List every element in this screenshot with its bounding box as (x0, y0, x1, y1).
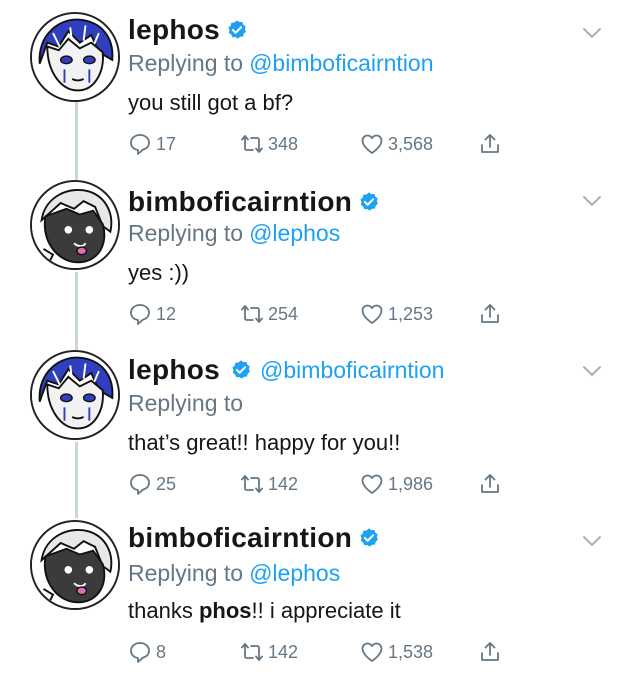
tweet[interactable]: bimboficairntion Replying to @lephos yes … (0, 170, 619, 340)
tweet-text-bold: phos (198, 598, 252, 623)
retweet-button[interactable]: 142 (240, 472, 298, 496)
replying-handle[interactable]: @bimboficairntion (249, 50, 433, 76)
reply-count: 12 (156, 303, 177, 324)
replying-handle[interactable]: @lephos (249, 220, 340, 246)
replying-label: Replying to (128, 560, 244, 586)
share-upload-icon (481, 642, 499, 661)
like-button[interactable]: 1,538 (360, 640, 433, 664)
heart-icon (361, 642, 383, 662)
reply-count: 8 (156, 641, 167, 662)
retweet-arrows-icon (241, 643, 263, 661)
reply-button[interactable]: 12 (128, 302, 176, 326)
share-upload-icon (481, 474, 499, 493)
chevron-down-icon[interactable] (582, 194, 602, 208)
name-row: lephos (128, 14, 248, 46)
retweet-count: 348 (268, 133, 299, 154)
replying-to: Replying to @lephos (128, 560, 340, 587)
retweet-count: 254 (268, 303, 299, 324)
reply-button[interactable]: 25 (128, 472, 176, 496)
share-upload-icon (481, 304, 499, 323)
heart-icon (361, 134, 383, 154)
retweet-count: 142 (268, 641, 299, 662)
retweet-arrows-icon (241, 475, 263, 493)
retweet-button[interactable]: 142 (240, 640, 298, 664)
name-row: bimboficairntion (128, 522, 380, 554)
avatar-lephos[interactable] (30, 12, 120, 102)
tweet-text: yes :)) (128, 260, 190, 285)
heart-icon (361, 304, 383, 324)
like-button[interactable]: 3,568 (360, 132, 433, 156)
replying-handle[interactable]: @lephos (249, 560, 340, 586)
like-count: 1,538 (388, 641, 434, 662)
heart-icon (361, 474, 383, 494)
verified-badge-icon (360, 528, 379, 547)
inline-handle[interactable]: @bimboficairntion (260, 357, 444, 384)
action-bar: 17 348 3,568 (128, 132, 508, 160)
like-button[interactable]: 1,253 (360, 302, 433, 326)
avatar-lephos[interactable] (30, 350, 120, 440)
comment-bubble-icon (130, 474, 150, 495)
tweet-text: that’s great!! happy for you!! (128, 430, 401, 455)
reply-button[interactable]: 8 (128, 640, 166, 664)
display-name[interactable]: bimboficairntion (128, 186, 352, 218)
reply-button[interactable]: 17 (128, 132, 176, 156)
like-count: 1,986 (388, 473, 434, 494)
comment-bubble-icon (130, 304, 150, 325)
name-row: bimboficairntion (128, 186, 380, 218)
action-bar: 8 142 1,538 (128, 640, 508, 668)
replying-to: Replying to (128, 390, 243, 417)
action-bar: 12 254 1,253 (128, 302, 508, 330)
share-button[interactable] (478, 132, 506, 156)
like-button[interactable]: 1,986 (360, 472, 433, 496)
share-button[interactable] (478, 472, 506, 496)
retweet-arrows-icon (241, 135, 263, 153)
display-name[interactable]: lephos (128, 14, 220, 46)
verified-badge-icon (228, 20, 247, 39)
verified-badge-icon (232, 360, 251, 379)
display-name[interactable]: lephos (128, 354, 220, 386)
replying-label: Replying to (128, 50, 244, 76)
share-button[interactable] (478, 302, 506, 326)
comment-bubble-icon (130, 134, 150, 155)
share-upload-icon (481, 134, 499, 153)
name-row: lephos @bimboficairntion (128, 354, 444, 386)
tweet[interactable]: lephos @bimboficairntion Replying to tha… (0, 340, 619, 510)
chevron-down-icon[interactable] (582, 534, 602, 548)
retweet-count: 142 (268, 473, 299, 494)
tweet-text-part: !! i appreciate it (251, 598, 401, 623)
tweet[interactable]: lephos Replying to @bimboficairntion you … (0, 0, 619, 170)
tweet-text: thanks phos!! i appreciate it (128, 598, 401, 624)
like-count: 1,253 (388, 303, 434, 324)
reply-count: 25 (156, 473, 177, 494)
comment-bubble-icon (130, 642, 150, 663)
retweet-arrows-icon (241, 305, 263, 323)
reply-count: 17 (156, 133, 177, 154)
like-count: 3,568 (388, 133, 434, 154)
avatar-bimboficairntion[interactable] (30, 520, 120, 610)
display-name[interactable]: bimboficairntion (128, 522, 352, 554)
action-bar: 25 142 1,986 (128, 472, 508, 500)
replying-label: Replying to (128, 390, 244, 416)
tweet[interactable]: bimboficairntion Replying to @lephos than… (0, 510, 619, 680)
replying-to: Replying to @bimboficairntion (128, 50, 434, 77)
retweet-button[interactable]: 348 (240, 132, 298, 156)
replying-to: Replying to @lephos (128, 220, 340, 247)
tweet-text-part: thanks (128, 598, 199, 623)
replying-label: Replying to (128, 220, 244, 246)
retweet-button[interactable]: 254 (240, 302, 298, 326)
tweet-text: you still got a bf? (128, 90, 294, 115)
chevron-down-icon[interactable] (582, 26, 602, 40)
avatar-bimboficairntion[interactable] (30, 180, 120, 270)
verified-badge-icon (360, 192, 379, 211)
chevron-down-icon[interactable] (582, 364, 602, 378)
share-button[interactable] (478, 640, 506, 664)
